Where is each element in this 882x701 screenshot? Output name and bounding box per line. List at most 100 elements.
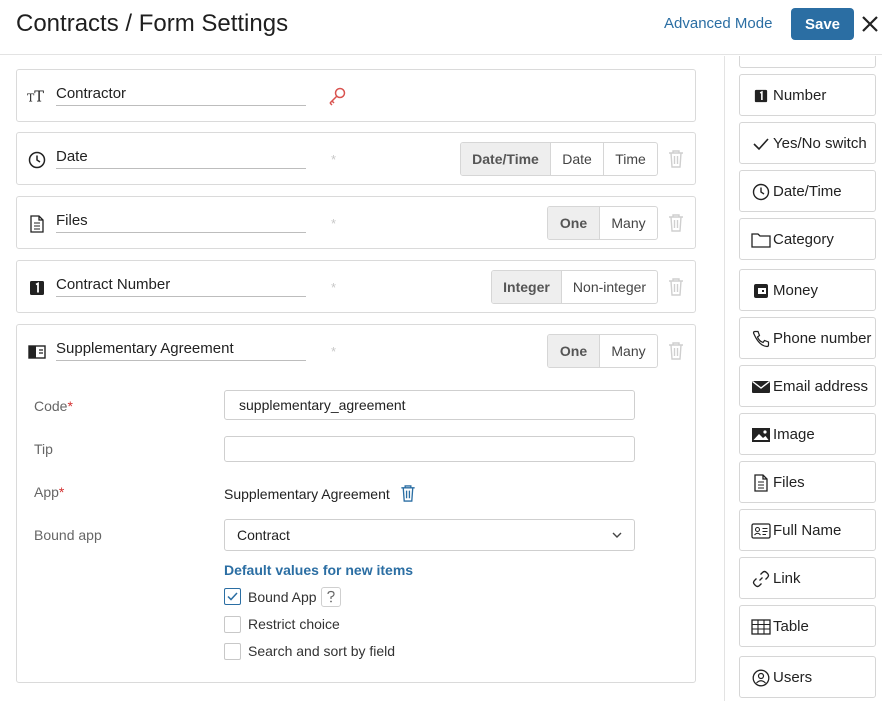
money-icon	[751, 281, 771, 301]
code-label: Code*	[34, 398, 73, 414]
app-value: Supplementary Agreement	[224, 484, 416, 506]
file-icon	[751, 473, 771, 493]
palette-label: Table	[773, 618, 809, 635]
palette-item-email-address[interactable]: Email address	[739, 365, 876, 407]
clock-icon	[751, 182, 771, 202]
option-non-integer[interactable]: Non-integer	[561, 271, 657, 303]
image-icon	[751, 425, 771, 445]
trash-icon[interactable]	[400, 484, 416, 506]
search-sort-checkbox[interactable]	[224, 643, 241, 660]
clock-icon	[27, 150, 47, 170]
save-button[interactable]: Save	[791, 8, 854, 40]
number-icon	[27, 278, 47, 298]
page-title: Contracts / Form Settings	[16, 10, 289, 37]
app-icon	[27, 342, 47, 362]
checkbox-label: Search and sort by field	[248, 643, 396, 659]
palette-label: Link	[773, 570, 801, 587]
user-icon	[751, 668, 771, 688]
option-many[interactable]: Many	[599, 335, 657, 367]
option-datetime[interactable]: Date/Time	[461, 143, 550, 175]
check-icon	[227, 592, 238, 601]
palette-label: Category	[773, 231, 834, 248]
palette-label: Image	[773, 426, 815, 443]
required-toggle[interactable]: *	[331, 216, 336, 231]
folder-icon	[751, 230, 771, 250]
number-type-selector[interactable]: Integer Non-integer	[491, 270, 658, 304]
file-icon	[27, 214, 47, 234]
palette-item-image[interactable]: Image	[739, 413, 876, 455]
palette-item-yes-no-switch[interactable]: Yes/No switch	[739, 122, 876, 164]
link-icon	[751, 569, 771, 589]
palette-item-money[interactable]: Money	[739, 269, 876, 311]
option-date[interactable]: Date	[550, 143, 603, 175]
field-name-input[interactable]: Date	[56, 147, 306, 169]
palette-label: Full Name	[773, 522, 842, 539]
check-icon	[751, 134, 771, 154]
palette-label: Phone number	[773, 330, 872, 347]
app-label: App*	[34, 484, 65, 500]
header: Contracts / Form Settings Advanced Mode …	[0, 0, 882, 55]
palette-item-phone-number[interactable]: Phone number	[739, 317, 876, 359]
default-values-link[interactable]: Default values for new items	[224, 562, 413, 578]
option-time[interactable]: Time	[603, 143, 657, 175]
code-input[interactable]: supplementary_agreement	[224, 390, 635, 420]
option-one[interactable]: One	[548, 335, 599, 367]
palette-item-users[interactable]: Users	[739, 656, 876, 698]
field-row-contract-number[interactable]: Contract Number * Integer Non-integer	[16, 260, 696, 313]
field-name-input[interactable]: Files	[56, 211, 306, 233]
checkbox-label: Bound App	[248, 589, 317, 605]
palette-label: Number	[773, 87, 827, 104]
field-row-files[interactable]: Files * One Many	[16, 196, 696, 249]
required-toggle[interactable]: *	[331, 344, 336, 359]
option-integer[interactable]: Integer	[492, 271, 561, 303]
bound-app-checkbox[interactable]	[224, 588, 241, 605]
palette-item-partial[interactable]	[739, 56, 876, 68]
palette-label: Yes/No switch	[773, 135, 867, 152]
trash-icon[interactable]	[668, 213, 684, 233]
chevron-down-icon	[612, 520, 622, 560]
palette-label: Email address	[773, 378, 869, 395]
phone-icon	[751, 329, 771, 349]
close-icon[interactable]	[859, 10, 881, 38]
palette-item-full-name[interactable]: Full Name	[739, 509, 876, 551]
tip-input[interactable]	[224, 436, 635, 462]
required-toggle[interactable]: *	[331, 152, 336, 167]
palette-label: Files	[773, 474, 805, 491]
required-toggle[interactable]: *	[331, 280, 336, 295]
palette-item-date-time[interactable]: Date/Time	[739, 170, 876, 212]
bound-app-select[interactable]: Contract	[224, 519, 635, 551]
count-selector[interactable]: One Many	[547, 206, 658, 240]
palette-label: Date/Time	[773, 183, 842, 200]
table-icon	[751, 617, 771, 637]
svg-text:T: T	[34, 89, 44, 105]
key-icon[interactable]	[327, 86, 347, 109]
help-icon[interactable]	[321, 587, 341, 607]
trash-icon[interactable]	[668, 277, 684, 297]
field-row-date[interactable]: Date * Date/Time Date Time	[16, 132, 696, 185]
palette-item-table[interactable]: Table	[739, 605, 876, 647]
count-selector[interactable]: One Many	[547, 334, 658, 368]
palette-item-number[interactable]: Number	[739, 74, 876, 116]
bound-app-label: Bound app	[34, 527, 102, 543]
trash-icon[interactable]	[668, 149, 684, 169]
palette-item-link[interactable]: Link	[739, 557, 876, 599]
tip-label: Tip	[34, 441, 53, 457]
option-many[interactable]: Many	[599, 207, 657, 239]
advanced-mode-link[interactable]: Advanced Mode	[664, 15, 772, 32]
id-card-icon	[751, 521, 771, 541]
number-icon	[751, 86, 771, 106]
envelope-icon	[751, 377, 771, 397]
palette-item-category[interactable]: Category	[739, 218, 876, 260]
restrict-choice-checkbox[interactable]	[224, 616, 241, 633]
text-icon: TT	[27, 86, 47, 106]
trash-icon[interactable]	[668, 341, 684, 361]
palette-label: Money	[773, 282, 819, 299]
checkbox-label: Restrict choice	[248, 616, 340, 632]
field-name-input[interactable]: Contractor	[56, 84, 306, 106]
option-one[interactable]: One	[548, 207, 599, 239]
palette-item-files[interactable]: Files	[739, 461, 876, 503]
field-row-contractor[interactable]: TT Contractor	[16, 69, 696, 122]
field-name-input[interactable]: Supplementary Agreement	[56, 339, 306, 361]
field-name-input[interactable]: Contract Number	[56, 275, 306, 297]
date-type-selector[interactable]: Date/Time Date Time	[460, 142, 658, 176]
